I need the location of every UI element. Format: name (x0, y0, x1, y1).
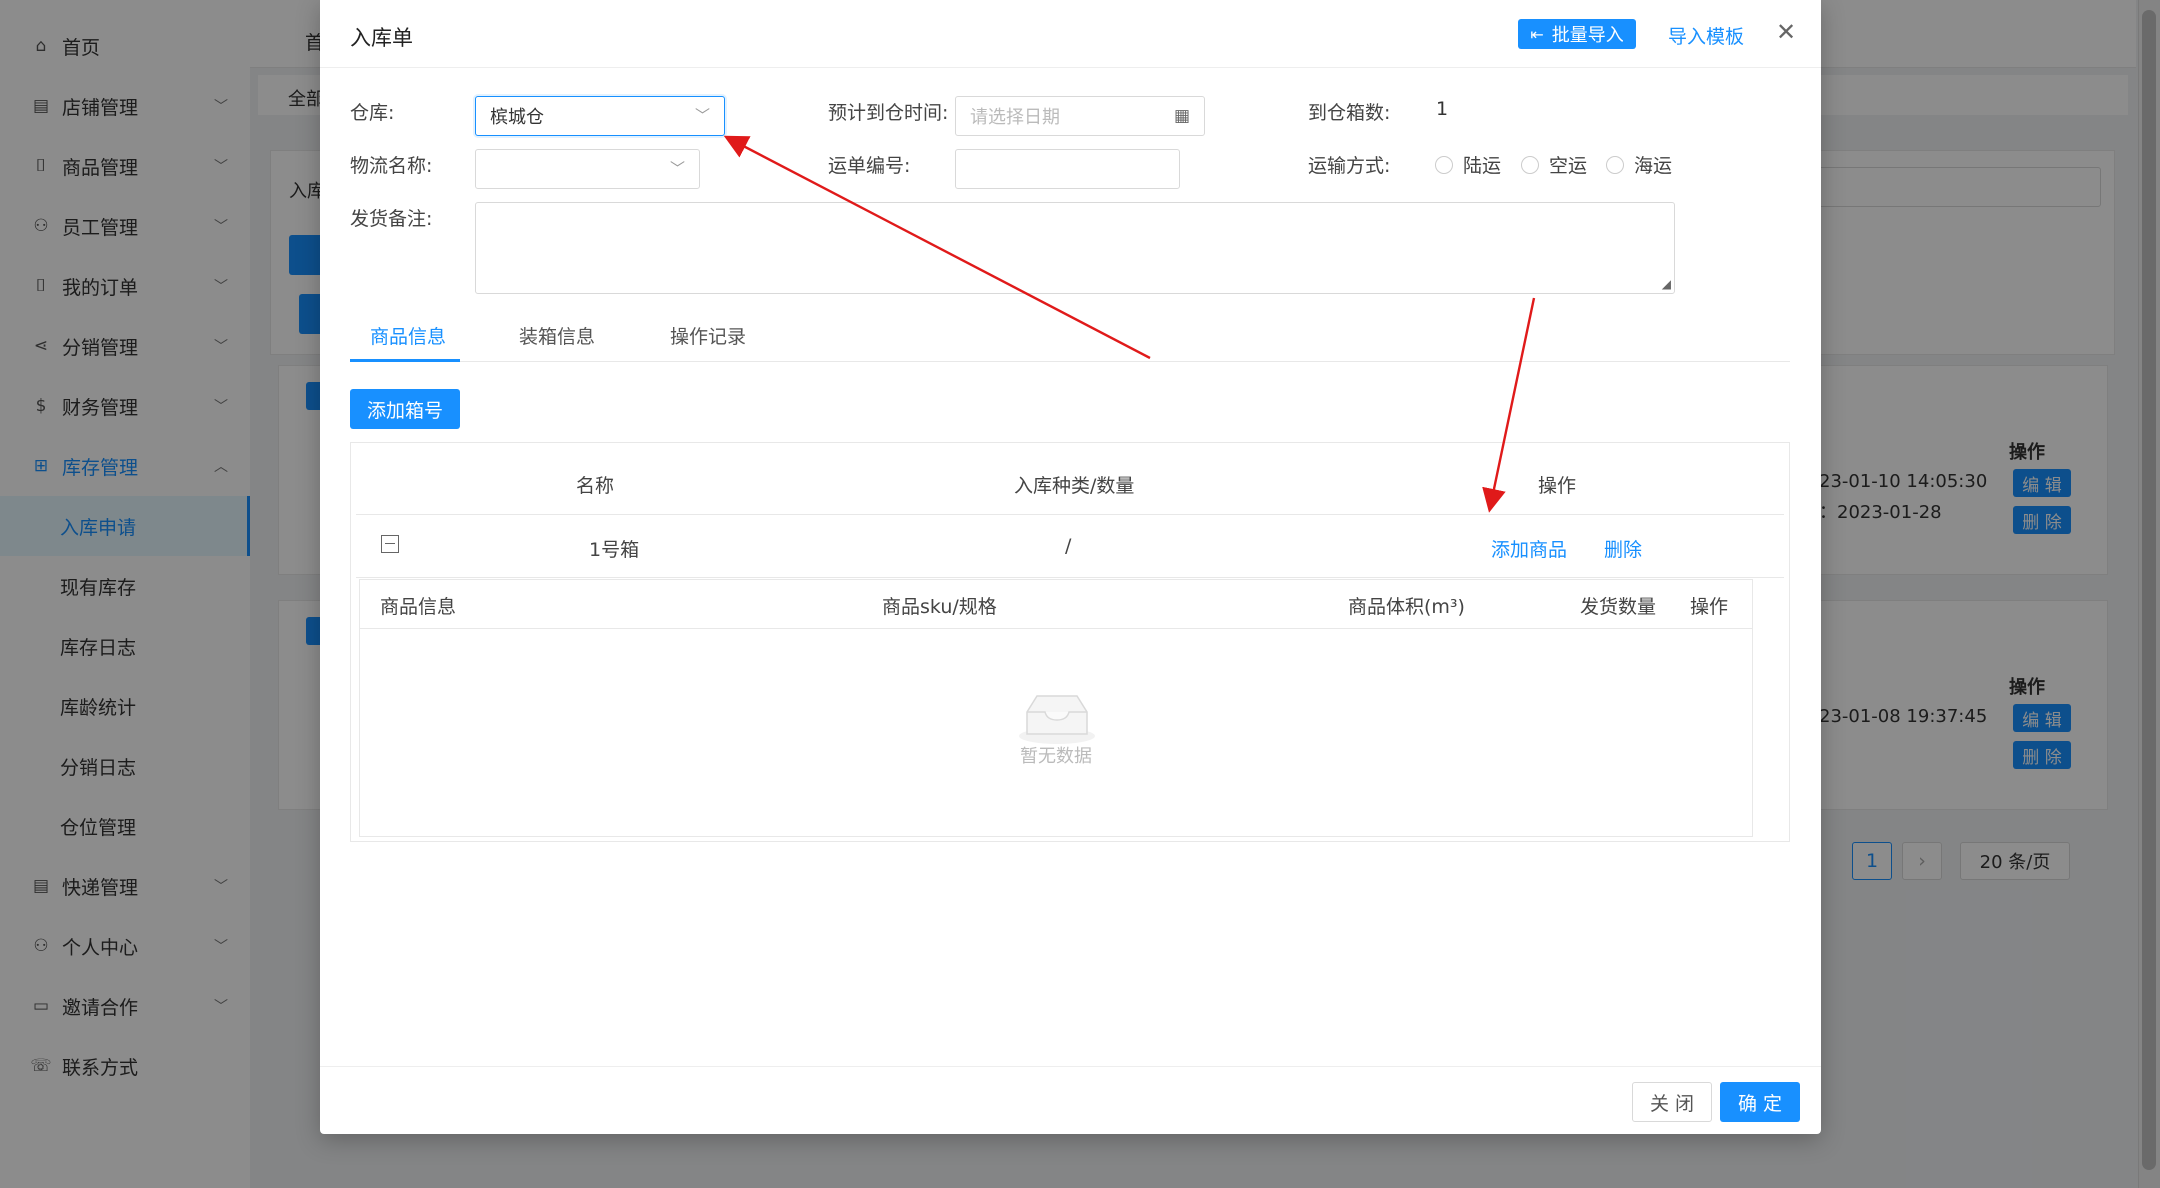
logistics-label: 物流名称: (350, 155, 433, 177)
batch-import-label: 批量导入 (1551, 25, 1624, 46)
add-product-link[interactable]: 添加商品 (1491, 535, 1567, 562)
column-header-ship-qty: 发货数量 (1580, 596, 1657, 618)
calendar-icon: ▦ (1173, 106, 1190, 126)
box-name: 1号箱 (589, 539, 640, 561)
chevron-down-icon: ﹀ (669, 159, 685, 178)
column-header-ops: 操作 (1538, 475, 1577, 497)
eta-label: 预计到仓时间: (828, 102, 949, 124)
close-button[interactable]: 关 闭 (1632, 1082, 1712, 1122)
box-table: 名称 入库种类/数量 操作 1号箱 / 添加商品 删除 商品信息 商品sku/规… (350, 442, 1790, 842)
column-header-product-info: 商品信息 (380, 596, 457, 618)
waybill-input[interactable] (955, 149, 1180, 189)
product-table: 商品信息 商品sku/规格 商品体积(m³) 发货数量 操作 暂无数据 (359, 579, 1753, 837)
column-header-qty: 入库种类/数量 (1014, 475, 1135, 497)
remark-label: 发货备注: (350, 208, 433, 230)
logistics-select[interactable]: ﹀ (475, 149, 700, 189)
transport-radio-sea[interactable]: 海运 (1606, 151, 1672, 178)
transport-radio-land[interactable]: 陆运 (1435, 151, 1501, 178)
column-header-name: 名称 (576, 475, 615, 497)
collapse-icon[interactable] (381, 535, 399, 553)
modal-footer: 关 闭 确 定 (320, 1066, 1821, 1134)
radio-circle (1435, 155, 1453, 174)
radio-label: 海运 (1634, 155, 1673, 177)
tab-product-info[interactable]: 商品信息 (370, 322, 446, 349)
eta-placeholder: 请选择日期 (970, 107, 1060, 128)
column-header-volume: 商品体积(m³) (1348, 596, 1465, 618)
confirm-button[interactable]: 确 定 (1720, 1082, 1800, 1122)
close-icon[interactable]: ✕ (1776, 18, 1796, 46)
active-tab-indicator (350, 359, 460, 362)
warehouse-label: 仓库: (350, 102, 395, 124)
add-box-button[interactable]: 添加箱号 (350, 389, 460, 429)
modal-title: 入库单 (350, 26, 413, 50)
chevron-down-icon: ﹀ (694, 106, 710, 125)
empty-text: 暂无数据 (1020, 746, 1092, 767)
warehouse-select[interactable]: 槟城仓 ﹀ (475, 96, 725, 136)
radio-circle (1606, 155, 1624, 174)
tab-operation-log[interactable]: 操作记录 (670, 322, 746, 349)
empty-state: 暂无数据 (360, 690, 1752, 790)
header-divider (356, 514, 1784, 515)
delete-box-link[interactable]: 删除 (1604, 535, 1642, 562)
warehouse-value: 槟城仓 (490, 107, 544, 128)
inner-header-divider (360, 628, 1752, 629)
column-header-sku: 商品sku/规格 (882, 596, 997, 618)
radio-label: 陆运 (1463, 155, 1502, 177)
box-count-label: 到仓箱数: (1308, 102, 1391, 124)
waybill-label: 运单编号: (828, 155, 911, 177)
modal-tabs: 商品信息 装箱信息 操作记录 (350, 310, 1790, 362)
radio-circle (1521, 155, 1539, 174)
radio-label: 空运 (1549, 155, 1588, 177)
inbound-order-modal: 入库单 ⇤ 批量导入 导入模板 ✕ 仓库: 槟城仓 ﹀ 预计到仓时间: 请选择日… (320, 0, 1821, 1134)
empty-box-icon (1019, 695, 1095, 744)
column-header-inner-ops: 操作 (1690, 596, 1729, 618)
remark-textarea[interactable]: ◢ (475, 202, 1675, 294)
transport-label: 运输方式: (1308, 155, 1391, 177)
row-divider (356, 577, 1784, 578)
import-icon: ⇤ (1530, 24, 1544, 44)
resize-handle-icon[interactable]: ◢ (1662, 277, 1671, 291)
modal-header: 入库单 ⇤ 批量导入 导入模板 ✕ (320, 0, 1821, 68)
eta-date-picker[interactable]: 请选择日期 ▦ (955, 96, 1205, 136)
transport-radio-air[interactable]: 空运 (1521, 151, 1587, 178)
tab-packing-info[interactable]: 装箱信息 (519, 322, 595, 349)
box-count-value: 1 (1436, 98, 1449, 120)
import-template-link[interactable]: 导入模板 (1668, 22, 1744, 49)
box-qty: / (1065, 535, 1072, 557)
batch-import-button[interactable]: ⇤ 批量导入 (1518, 19, 1636, 49)
